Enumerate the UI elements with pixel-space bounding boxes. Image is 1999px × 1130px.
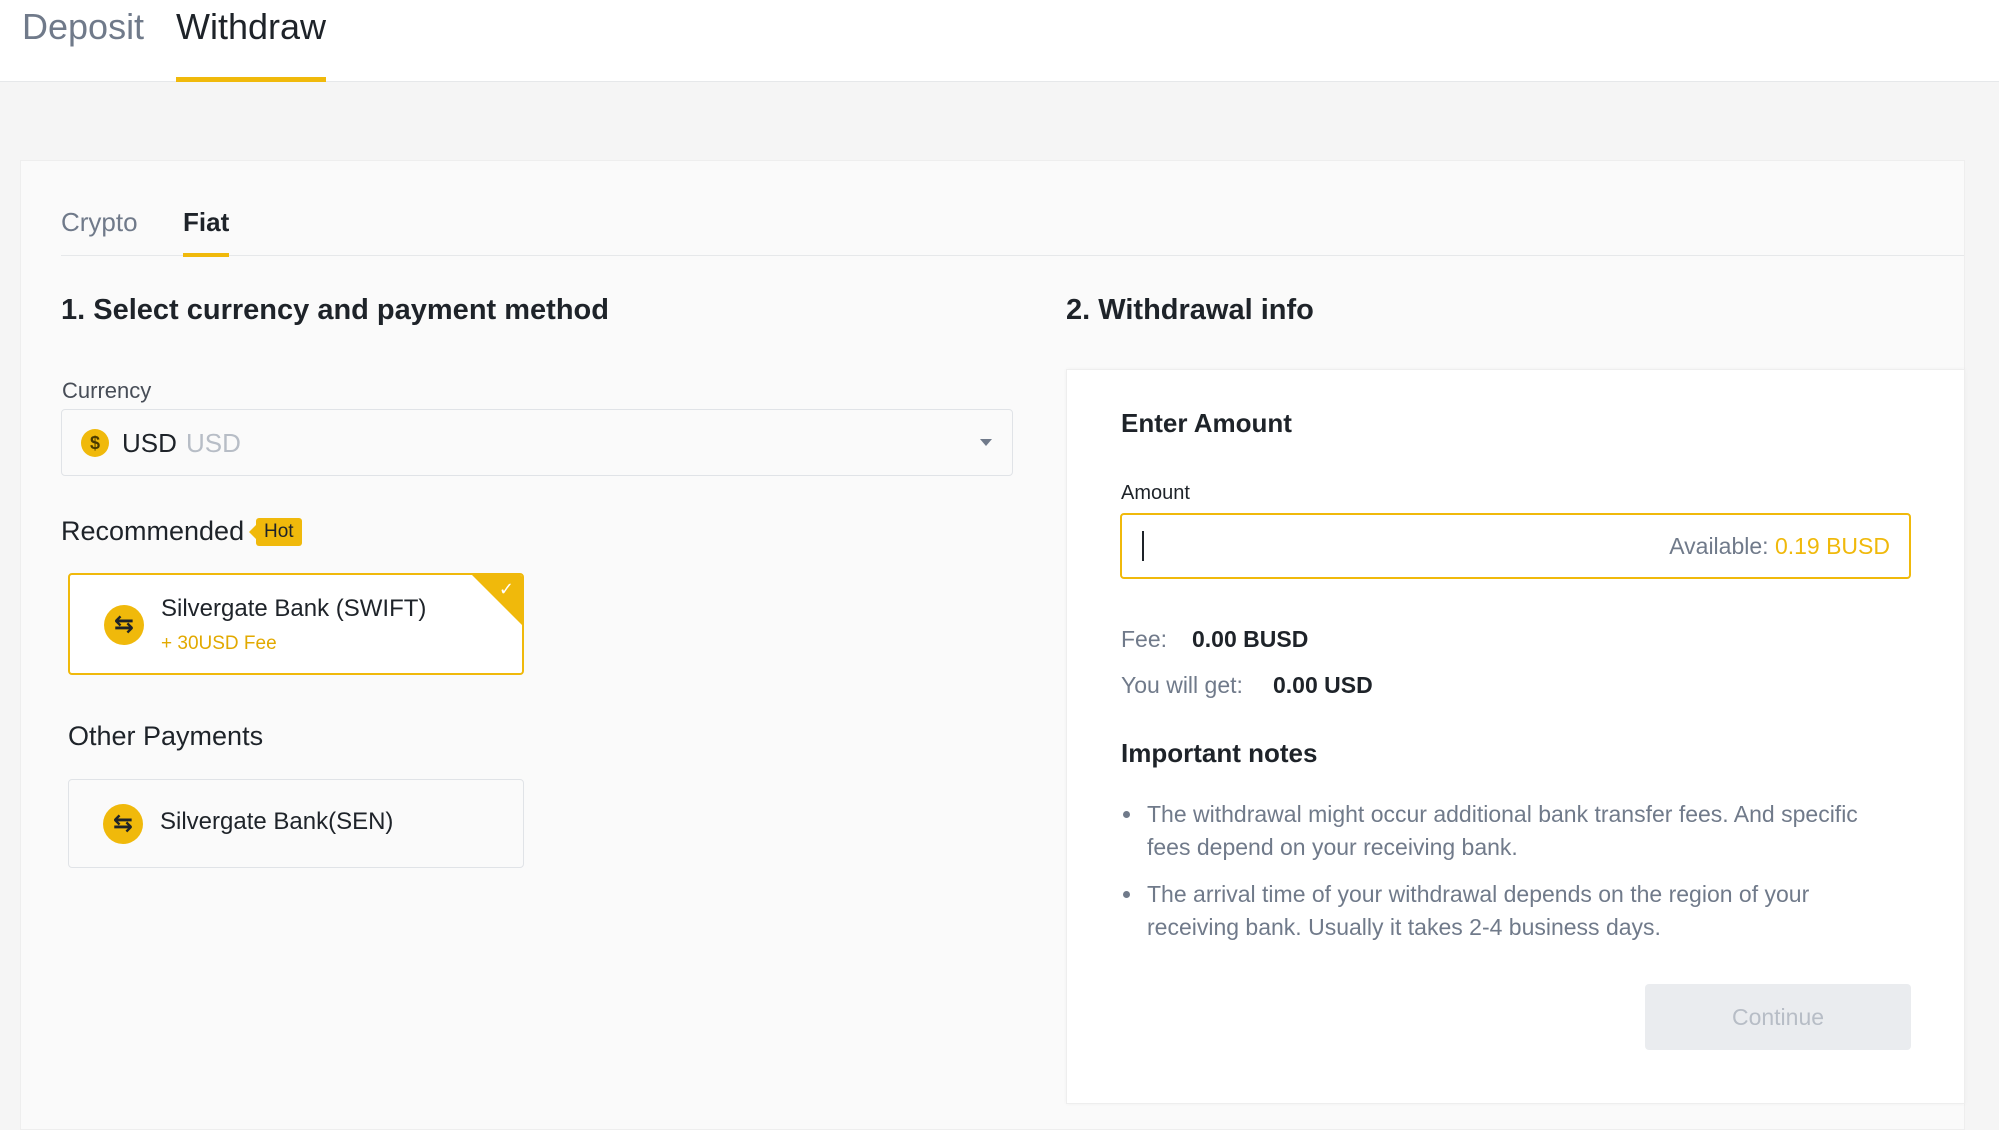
section-title-payment: 1. Select currency and payment method	[61, 294, 609, 326]
amount-label: Amount	[1121, 482, 1190, 504]
active-subtab-indicator	[183, 253, 230, 257]
currency-name: USD	[186, 428, 241, 458]
tab-fiat-label: Fiat	[183, 207, 230, 237]
sub-tab-bar: Crypto Fiat	[61, 204, 1964, 257]
payment-method-sen[interactable]: ⇆ Silvergate Bank(SEN)	[68, 779, 524, 868]
transfer-icon: ⇆	[103, 804, 143, 844]
available-label: Available:	[1669, 533, 1769, 559]
transfer-icon: ⇆	[104, 605, 144, 645]
tab-crypto[interactable]: Crypto	[61, 204, 138, 256]
important-notes-heading: Important notes	[1121, 738, 1318, 768]
payment-method-name: Silvergate Bank (SWIFT)	[161, 595, 427, 622]
tab-withdraw[interactable]: Withdraw	[176, 0, 327, 82]
hot-badge: Hot	[249, 518, 302, 546]
fee-value: 0.00 BUSD	[1192, 626, 1309, 652]
note-item: The withdrawal might occur additional ba…	[1123, 798, 1907, 864]
selected-corner	[470, 575, 522, 627]
chevron-down-icon	[980, 439, 992, 446]
receive-label: You will get:	[1121, 672, 1243, 698]
currency-label: Currency	[62, 378, 152, 403]
payment-method-fee: + 30USD Fee	[161, 633, 277, 654]
amount-input[interactable]	[1140, 527, 1640, 565]
tab-deposit[interactable]: Deposit	[22, 0, 144, 82]
dollar-coin-icon: $	[81, 429, 109, 457]
recommended-label: Recommended	[61, 516, 245, 546]
checkmark-icon: ✓	[498, 579, 514, 599]
payment-method-swift[interactable]: ⇆ Silvergate Bank (SWIFT) + 30USD Fee ✓	[68, 573, 524, 675]
amount-field[interactable]: Available: 0.19 BUSD	[1120, 513, 1911, 579]
currency-select[interactable]: $ USD USD	[61, 409, 1013, 476]
section-title-withdrawal-info: 2. Withdrawal info	[1066, 294, 1314, 326]
currency-code: USD	[122, 428, 177, 458]
fee-label: Fee:	[1121, 626, 1168, 652]
available-balance: Available: 0.19 BUSD	[1669, 533, 1890, 560]
tab-fiat[interactable]: Fiat	[183, 204, 230, 257]
text-cursor	[1142, 531, 1144, 561]
payment-method-name: Silvergate Bank(SEN)	[160, 808, 394, 835]
tab-withdraw-label: Withdraw	[176, 6, 327, 47]
other-payments-label: Other Payments	[68, 721, 264, 751]
continue-button[interactable]: Continue	[1645, 984, 1911, 1050]
note-item: The arrival time of your withdrawal depe…	[1123, 878, 1907, 944]
withdrawal-info-panel: Enter Amount Amount Available: 0.19 BUSD…	[1066, 369, 1965, 1104]
enter-amount-heading: Enter Amount	[1121, 408, 1292, 438]
top-tab-bar: Deposit Withdraw	[0, 0, 1999, 82]
available-value: 0.19 BUSD	[1774, 533, 1890, 559]
receive-value: 0.00 USD	[1273, 672, 1373, 698]
active-tab-indicator	[176, 77, 327, 82]
